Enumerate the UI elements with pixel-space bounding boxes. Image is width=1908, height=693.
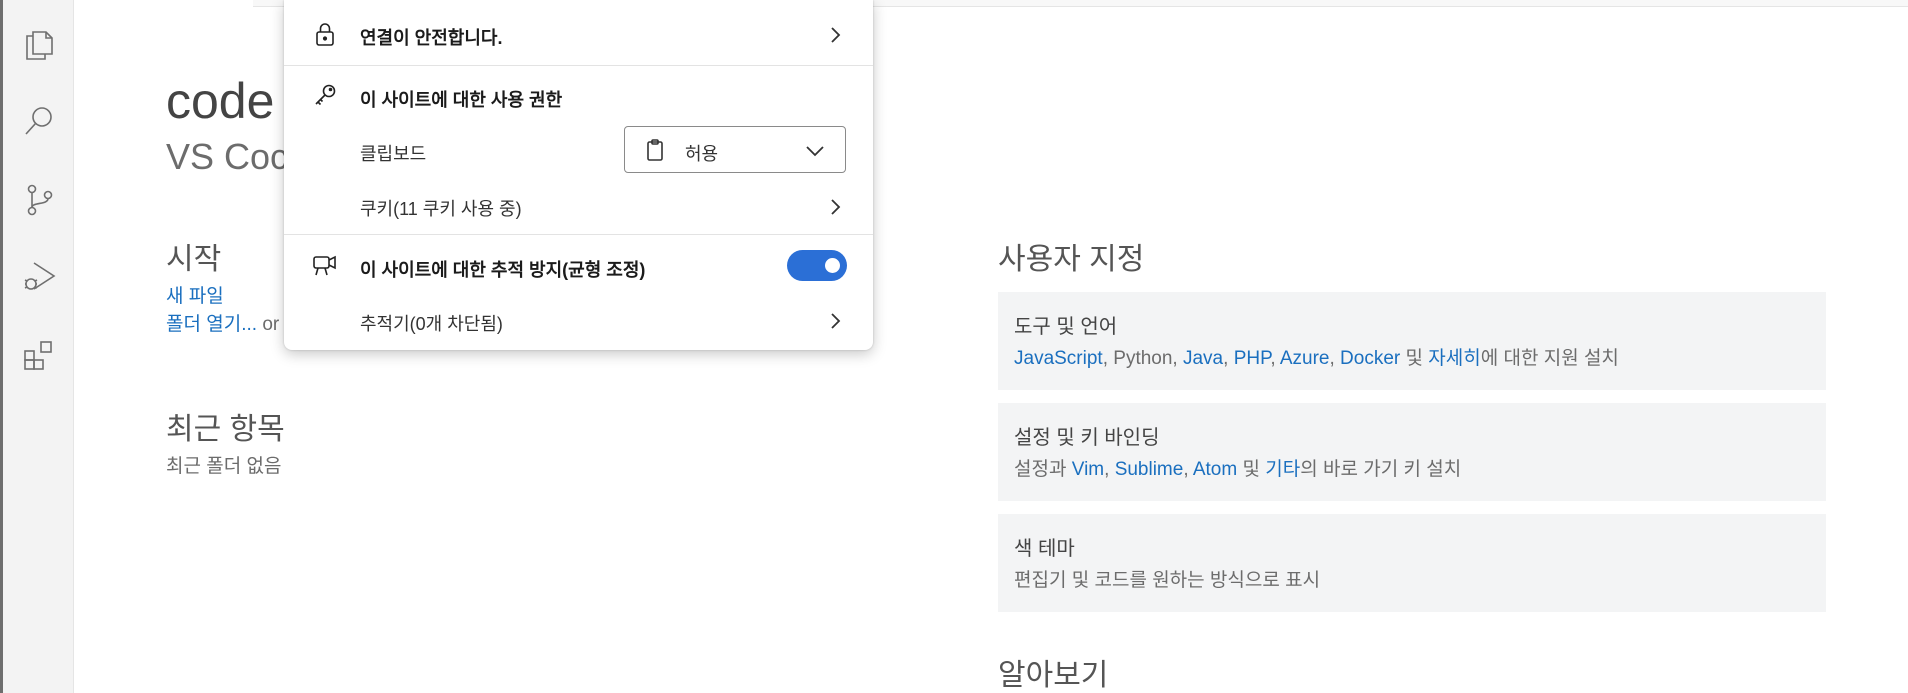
permissions-heading: 이 사이트에 대한 사용 권한 <box>360 90 563 110</box>
clipboard-icon <box>643 138 667 162</box>
search-icon[interactable] <box>19 101 59 141</box>
recent-empty-text: 최근 폴더 없음 <box>166 456 282 477</box>
source-control-icon[interactable] <box>19 180 59 220</box>
recent-heading: 최근 항목 <box>166 413 285 446</box>
page-title: code <box>166 73 275 129</box>
open-folder-row: 폴더 열기... or <box>166 309 279 336</box>
cookies-row[interactable]: 쿠키(11 쿠키 사용 중) <box>284 186 873 234</box>
python-text: Python <box>1113 348 1173 369</box>
customize-heading: 사용자 지정 <box>998 243 1145 276</box>
clipboard-permission-value: 허용 <box>685 144 719 164</box>
toggle-knob <box>825 258 840 273</box>
chevron-down-icon <box>803 139 827 163</box>
chevron-right-icon <box>824 24 846 46</box>
card-title: 색 테마 <box>1014 538 1075 560</box>
clipboard-label: 클립보드 <box>360 144 427 164</box>
trackers-label: 추적기(0개 차단됨) <box>360 314 503 334</box>
page-subtitle: VS Coc <box>166 136 289 177</box>
and-text: 및 <box>1237 459 1266 480</box>
card-description: 편집기 및 코드를 원하는 방식으로 표시 <box>1014 570 1321 591</box>
files-icon[interactable] <box>19 24 59 64</box>
javascript-link[interactable]: JavaScript <box>1014 348 1103 369</box>
card-description: JavaScript, Python, Java, PHP, Azure, Do… <box>1014 348 1619 369</box>
color-theme-card[interactable]: 색 테마 편집기 및 코드를 원하는 방식으로 표시 <box>998 514 1826 612</box>
tracking-prevention-icon <box>312 252 338 278</box>
clipboard-permission-select[interactable]: 허용 <box>624 126 846 173</box>
lock-icon <box>312 21 338 47</box>
browser-page: code VS Coc 시작 새 파일 폴더 열기... or 최근 항목 최근… <box>0 0 1908 693</box>
run-debug-icon[interactable] <box>19 256 59 296</box>
start-heading: 시작 <box>166 243 222 276</box>
vim-link[interactable]: Vim <box>1072 459 1104 480</box>
open-folder-suffix: or <box>257 314 280 335</box>
and-text: 및 <box>1400 348 1429 369</box>
chevron-right-icon <box>824 310 846 332</box>
learn-heading: 알아보기 <box>998 659 1109 692</box>
extensions-icon[interactable] <box>19 336 59 376</box>
other-link[interactable]: 기타 <box>1265 459 1300 480</box>
more-link[interactable]: 자세히 <box>1428 348 1480 369</box>
tools-languages-card[interactable]: 도구 및 언어 JavaScript, Python, Java, PHP, A… <box>998 292 1826 390</box>
docker-link[interactable]: Docker <box>1340 348 1400 369</box>
sublime-link[interactable]: Sublime <box>1115 459 1184 480</box>
card-title: 도구 및 언어 <box>1014 316 1118 338</box>
tracking-prevention-toggle[interactable] <box>787 250 847 281</box>
site-info-popup: 연결이 안전합니다. 이 사이트에 대한 사용 권한 클립보드 허용 쿠키(11… <box>284 0 873 350</box>
tracking-prevention-heading: 이 사이트에 대한 추적 방지(균형 조정) <box>360 260 646 280</box>
azure-link[interactable]: Azure <box>1280 348 1330 369</box>
php-link[interactable]: PHP <box>1234 348 1271 369</box>
divider <box>284 234 873 235</box>
suffix-text: 의 바로 가기 키 설치 <box>1300 459 1462 480</box>
settings-keybindings-card[interactable]: 설정 및 키 바인딩 설정과 Vim, Sublime, Atom 및 기타의 … <box>998 403 1826 501</box>
connection-label: 연결이 안전합니다. <box>360 28 503 48</box>
new-file-link[interactable]: 새 파일 <box>166 281 224 308</box>
chevron-right-icon <box>824 196 846 218</box>
key-icon <box>312 82 338 108</box>
trackers-row[interactable]: 추적기(0개 차단됨) <box>284 298 873 344</box>
prefix-text: 설정과 <box>1014 459 1072 480</box>
card-title: 설정 및 키 바인딩 <box>1014 427 1160 449</box>
connection-secure-row[interactable]: 연결이 안전합니다. <box>284 0 873 65</box>
open-folder-link[interactable]: 폴더 열기... <box>166 314 257 335</box>
activity-bar <box>3 0 74 693</box>
java-link[interactable]: Java <box>1183 348 1223 369</box>
cookies-label: 쿠키(11 쿠키 사용 중) <box>360 199 522 219</box>
divider <box>284 65 873 66</box>
suffix-text: 에 대한 지원 설치 <box>1480 348 1619 369</box>
card-description: 설정과 Vim, Sublime, Atom 및 기타의 바로 가기 키 설치 <box>1014 459 1462 480</box>
atom-link[interactable]: Atom <box>1193 459 1237 480</box>
